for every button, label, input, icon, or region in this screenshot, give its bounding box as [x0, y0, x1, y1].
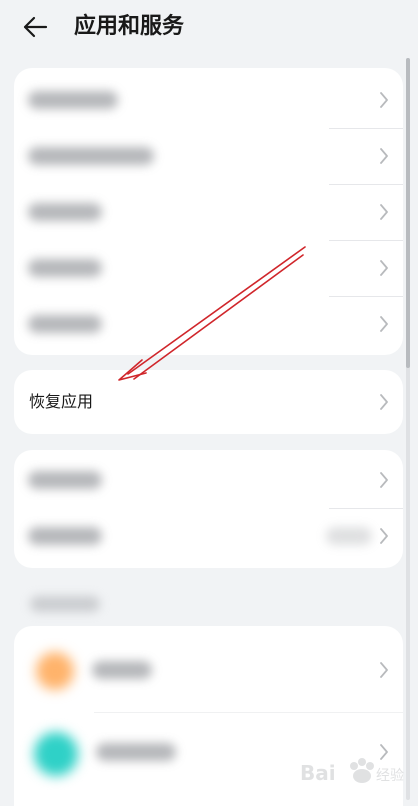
chevron-right-icon [380, 472, 388, 488]
settings-row-2[interactable] [14, 128, 403, 184]
settings-card-1 [14, 68, 403, 355]
settings-card-3 [14, 450, 403, 568]
restore-apps-row[interactable]: 恢复应用 [14, 374, 403, 430]
settings-row-3[interactable] [14, 184, 403, 240]
app-item-1[interactable] [14, 642, 403, 700]
blurred-app-name [96, 743, 176, 761]
settings-row-7[interactable] [14, 508, 403, 564]
svg-text:经验: 经验 [376, 768, 404, 784]
blurred-label [28, 91, 118, 109]
blurred-label [28, 315, 102, 333]
chevron-right-icon [380, 260, 388, 276]
chevron-right-icon [380, 148, 388, 164]
settings-row-1[interactable] [14, 72, 403, 128]
restore-apps-label: 恢复应用 [29, 392, 94, 411]
app-icon [34, 732, 78, 776]
app-icon [36, 652, 74, 690]
chevron-right-icon [380, 394, 388, 410]
chevron-right-icon [380, 662, 388, 678]
blurred-label [28, 471, 102, 489]
divider [94, 712, 403, 713]
baidu-watermark-logo: Bai 经验 [300, 758, 404, 785]
scrollbar-thumb[interactable] [406, 58, 410, 368]
settings-row-6[interactable] [14, 452, 403, 508]
settings-row-5[interactable] [14, 296, 403, 352]
page-title: 应用和服务 [74, 14, 185, 39]
back-button[interactable] [22, 10, 62, 44]
section-header-blurred [30, 596, 100, 612]
chevron-right-icon [380, 316, 388, 332]
back-arrow-icon [23, 16, 48, 38]
chevron-right-icon [380, 528, 388, 544]
chevron-right-icon [380, 204, 388, 220]
blurred-value [326, 527, 372, 545]
blurred-label [28, 203, 102, 221]
blurred-label [28, 147, 154, 165]
blurred-label [28, 527, 102, 545]
svg-text:Bai: Bai [300, 761, 336, 785]
restore-apps-card: 恢复应用 [14, 370, 403, 434]
chevron-right-icon [380, 92, 388, 108]
blurred-app-name [92, 661, 152, 679]
settings-row-4[interactable] [14, 240, 403, 296]
scrollbar[interactable] [406, 58, 410, 800]
blurred-label [28, 259, 102, 277]
title-bar: 应用和服务 [0, 0, 418, 56]
